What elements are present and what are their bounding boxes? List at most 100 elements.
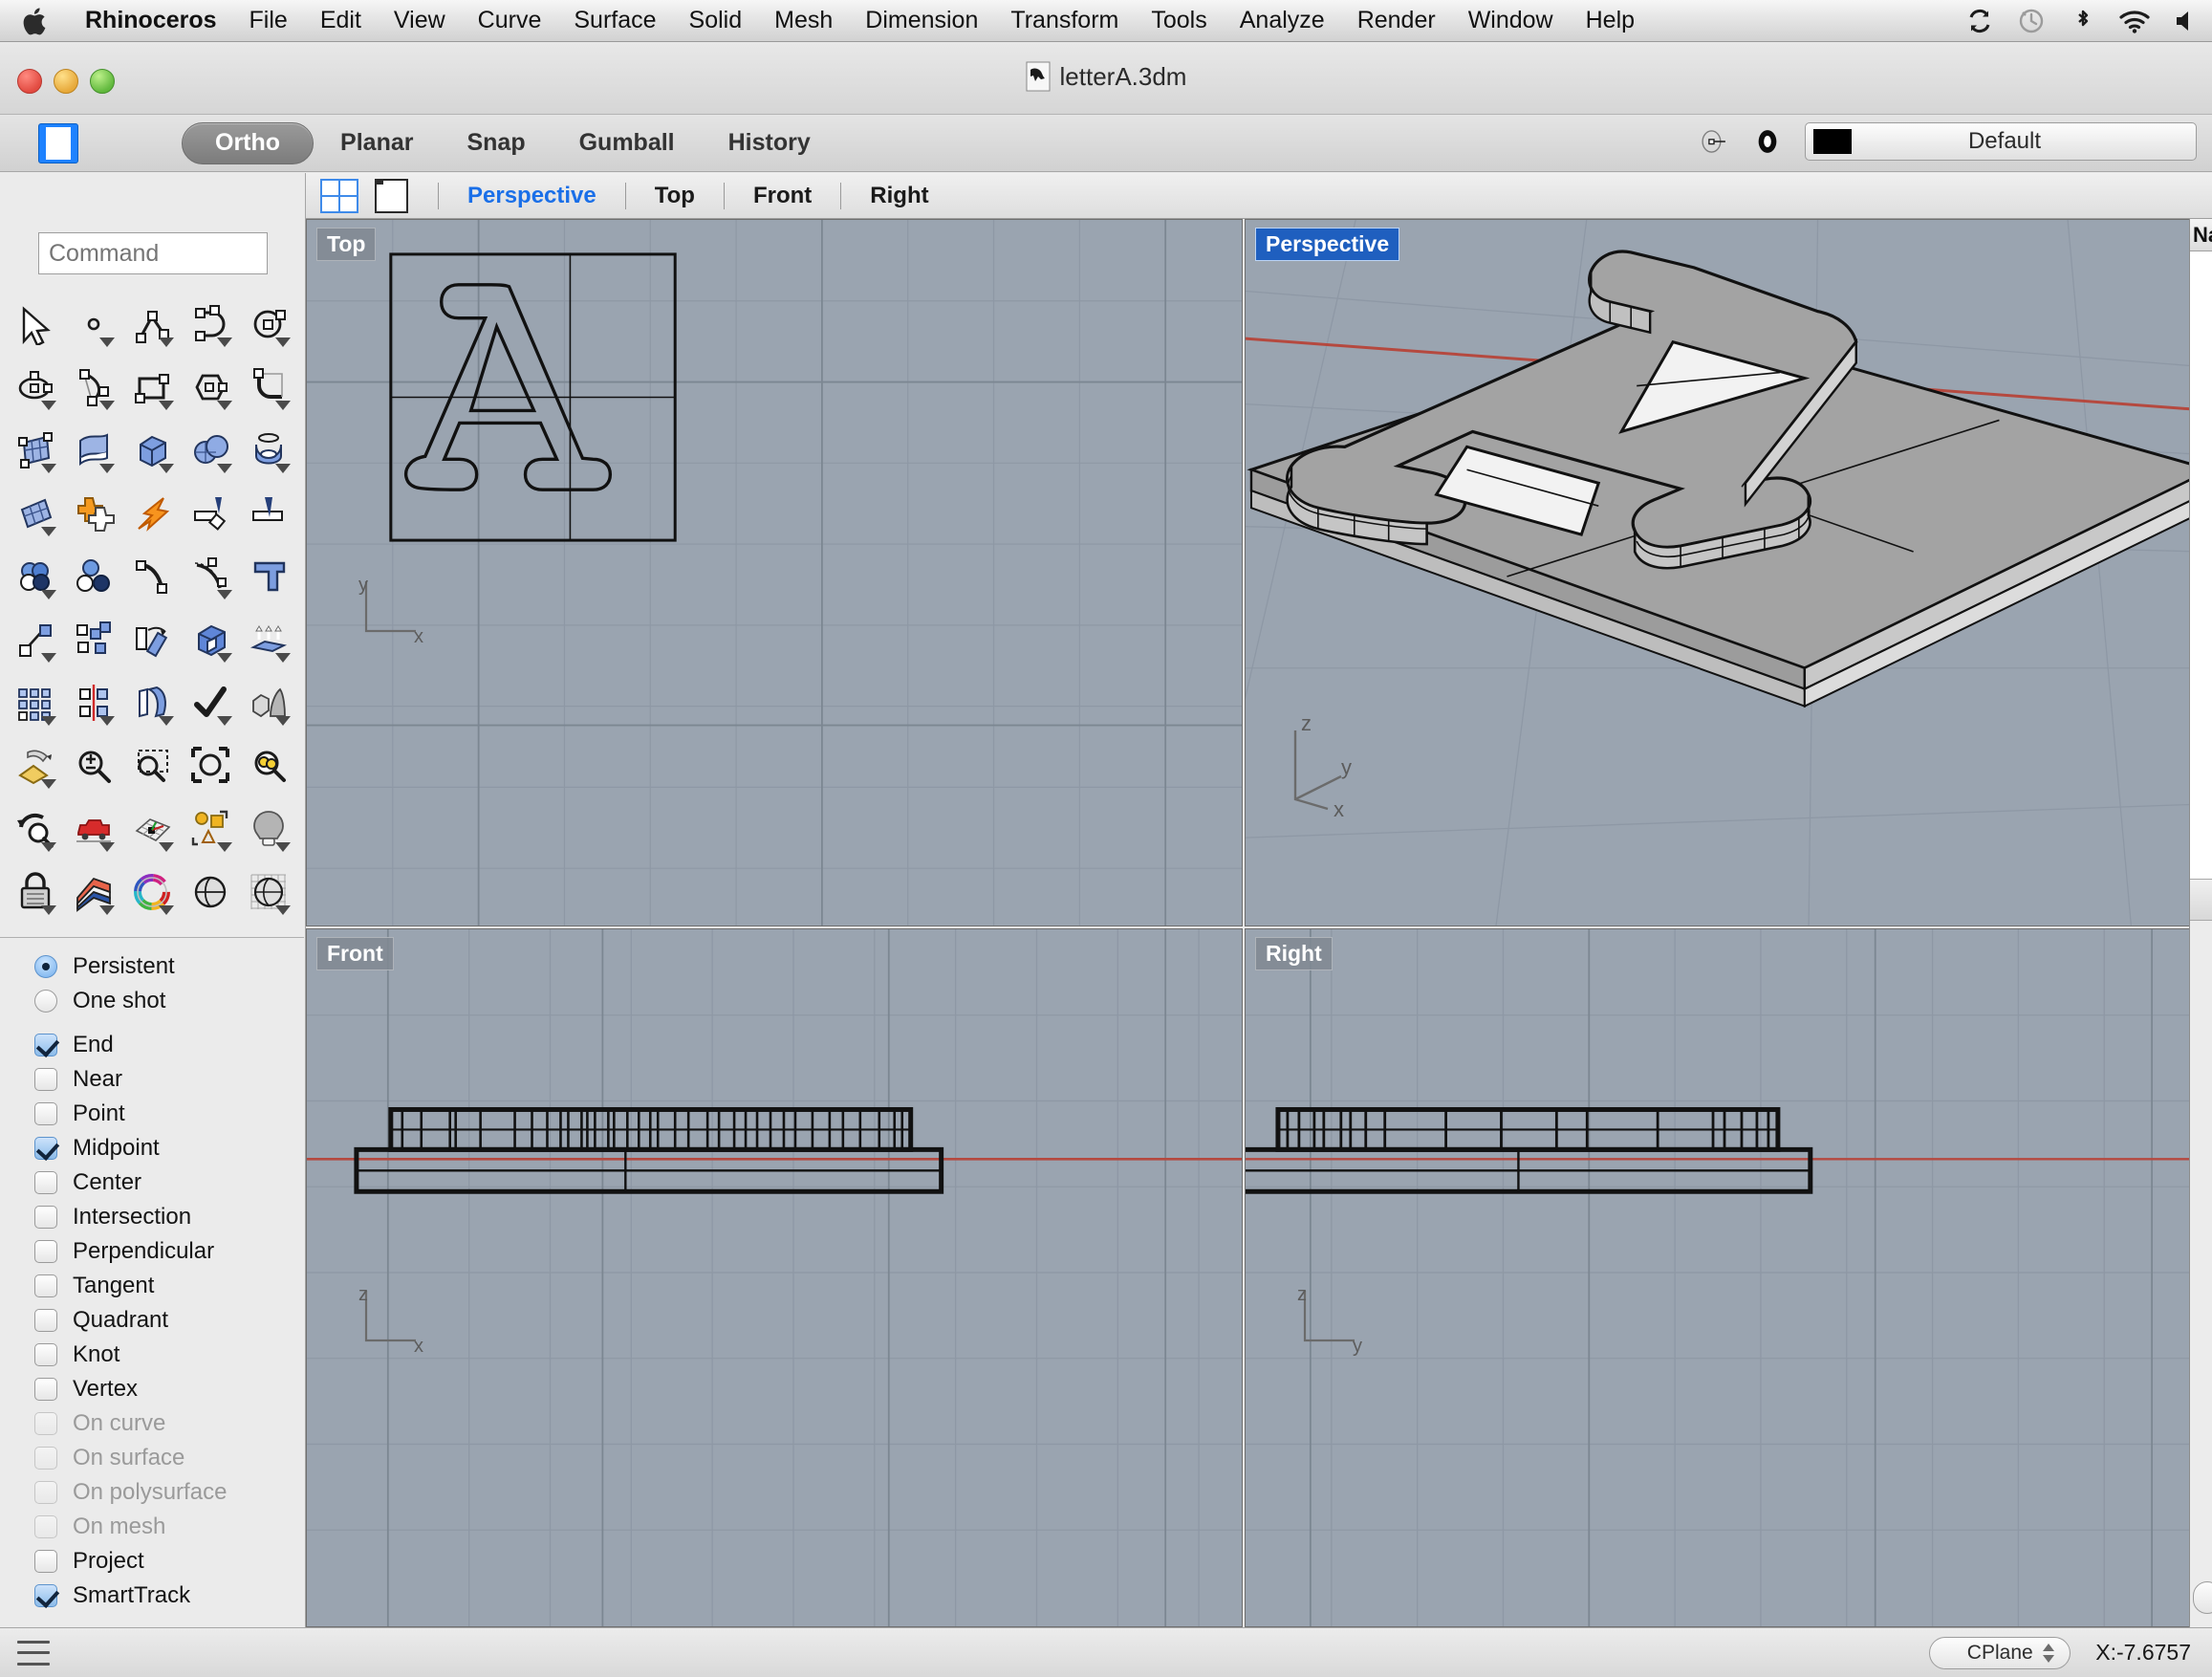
mesh-from-solid-icon[interactable] <box>240 674 298 731</box>
osnap-project[interactable]: Project <box>34 1544 304 1579</box>
extrude-surface-icon[interactable] <box>64 422 122 479</box>
menu-item-dimension[interactable]: Dimension <box>849 0 994 42</box>
menu-item-rhinoceros[interactable]: Rhinoceros <box>69 0 233 42</box>
select-arrow-icon[interactable] <box>6 295 64 353</box>
checkbox[interactable] <box>34 1584 57 1607</box>
osnap-knot[interactable]: Knot <box>34 1338 304 1372</box>
menu-item-tools[interactable]: Tools <box>1135 0 1223 42</box>
menu-item-curve[interactable]: Curve <box>462 0 558 42</box>
shaded-view-icon[interactable] <box>182 863 240 921</box>
viewport-front-label[interactable]: Front <box>316 937 394 970</box>
toolbar-toggle-snap[interactable]: Snap <box>440 122 552 164</box>
radio-button[interactable] <box>34 990 57 1013</box>
pan-camera-icon[interactable] <box>64 800 122 858</box>
osnap-perpendicular[interactable]: Perpendicular <box>34 1234 304 1269</box>
menu-item-solid[interactable]: Solid <box>673 0 759 42</box>
box-icon[interactable] <box>122 422 181 479</box>
radio-button[interactable] <box>34 955 57 978</box>
set-cplane-icon[interactable] <box>122 800 181 858</box>
osnap-center[interactable]: Center <box>34 1165 304 1200</box>
volume-icon[interactable] <box>2170 5 2202 37</box>
checkbox[interactable] <box>34 1274 57 1297</box>
zoom-selected-icon[interactable] <box>240 737 298 795</box>
point-icon[interactable] <box>64 295 122 353</box>
right-docked-panel[interactable]: Na <box>2189 219 2212 1627</box>
revolve-surface-icon[interactable] <box>240 422 298 479</box>
checkbox[interactable] <box>34 1137 57 1160</box>
layer-color-swatch[interactable] <box>1813 129 1852 154</box>
osnap-vertex[interactable]: Vertex <box>34 1372 304 1406</box>
wireframe-view-icon[interactable] <box>240 863 298 921</box>
sidebar-panel-icon[interactable] <box>38 123 78 163</box>
menu-item-window[interactable]: Window <box>1452 0 1570 42</box>
orient-object-icon[interactable] <box>122 611 181 668</box>
menu-item-edit[interactable]: Edit <box>304 0 378 42</box>
command-input[interactable] <box>38 232 268 274</box>
checkbox[interactable] <box>34 1102 57 1125</box>
layer-ring-icon[interactable] <box>1751 125 1784 158</box>
mirror-icon[interactable] <box>64 674 122 731</box>
group-objects-icon[interactable] <box>64 611 122 668</box>
osnap-point[interactable]: Point <box>34 1097 304 1131</box>
menu-item-file[interactable]: File <box>233 0 304 42</box>
check-object-icon[interactable] <box>182 674 240 731</box>
extrude-planar-curve-icon[interactable] <box>240 611 298 668</box>
curve-arc-start-icon[interactable] <box>64 359 122 416</box>
menu-item-mesh[interactable]: Mesh <box>758 0 849 42</box>
zoom-extents-icon[interactable] <box>182 737 240 795</box>
trim-icon[interactable] <box>182 485 240 542</box>
circle-icon[interactable] <box>240 295 298 353</box>
osnap-target-icon[interactable] <box>1698 125 1730 158</box>
split-icon[interactable] <box>240 485 298 542</box>
four-viewport-icon[interactable] <box>319 178 359 214</box>
cap-solid-icon[interactable] <box>182 611 240 668</box>
lock-object-icon[interactable] <box>6 863 64 921</box>
menu-item-help[interactable]: Help <box>1570 0 1651 42</box>
color-wheel-icon[interactable] <box>122 863 181 921</box>
viewport-top-label[interactable]: Top <box>316 228 377 261</box>
osnap-intersection[interactable]: Intersection <box>34 1200 304 1234</box>
arc-icon[interactable] <box>182 295 240 353</box>
checkbox[interactable] <box>34 1343 57 1366</box>
array-icon[interactable] <box>6 674 64 731</box>
paint-pyramid-icon[interactable] <box>6 737 64 795</box>
viewport-perspective-label[interactable]: Perspective <box>1255 228 1400 261</box>
checkbox[interactable] <box>34 1206 57 1229</box>
hamburger-icon[interactable] <box>17 1640 50 1666</box>
osnap-near[interactable]: Near <box>34 1062 304 1097</box>
boolean-difference-icon[interactable] <box>6 548 64 605</box>
checkbox[interactable] <box>34 1034 57 1056</box>
boolean-split-circles-icon[interactable] <box>64 548 122 605</box>
text-tool-icon[interactable] <box>240 548 298 605</box>
light-icon[interactable] <box>240 800 298 858</box>
viewport-right-label[interactable]: Right <box>1255 937 1333 970</box>
toolbar-toggle-planar[interactable]: Planar <box>314 122 440 164</box>
menu-item-render[interactable]: Render <box>1341 0 1452 42</box>
sync-icon[interactable] <box>1963 5 1996 37</box>
surface-from-curve-network-icon[interactable] <box>6 485 64 542</box>
zoom-in-out-icon[interactable] <box>64 737 122 795</box>
bluetooth-icon[interactable] <box>2067 5 2099 37</box>
toolbar-toggle-gumball[interactable]: Gumball <box>553 122 702 164</box>
polygon-icon[interactable] <box>182 359 240 416</box>
checkbox[interactable] <box>34 1378 57 1401</box>
polyline-icon[interactable] <box>122 295 181 353</box>
toolbar-toggle-ortho[interactable]: Ortho <box>182 121 314 164</box>
checkbox[interactable] <box>34 1550 57 1573</box>
tab-right[interactable]: Right <box>857 183 942 209</box>
osnap-mode-one-shot[interactable]: One shot <box>34 984 304 1018</box>
checkbox[interactable] <box>34 1309 57 1332</box>
osnap-end[interactable]: End <box>34 1028 304 1062</box>
cplane-selector[interactable]: CPlane <box>1929 1636 2071 1669</box>
ellipse-icon[interactable] <box>6 359 64 416</box>
viewport-top[interactable]: Top y x <box>306 219 1243 926</box>
viewport-right[interactable]: Right z y <box>1245 928 2212 1627</box>
flow-along-surface-icon[interactable] <box>122 674 181 731</box>
viewport-front[interactable]: Front z x <box>306 928 1243 1627</box>
undo-view-icon[interactable] <box>6 800 64 858</box>
checkbox[interactable] <box>34 1171 57 1194</box>
osnap-smarttrack[interactable]: SmartTrack <box>34 1579 304 1613</box>
sphere-boolean-icon[interactable] <box>182 422 240 479</box>
rectangle-icon[interactable] <box>122 359 181 416</box>
render-material-icon[interactable] <box>64 863 122 921</box>
